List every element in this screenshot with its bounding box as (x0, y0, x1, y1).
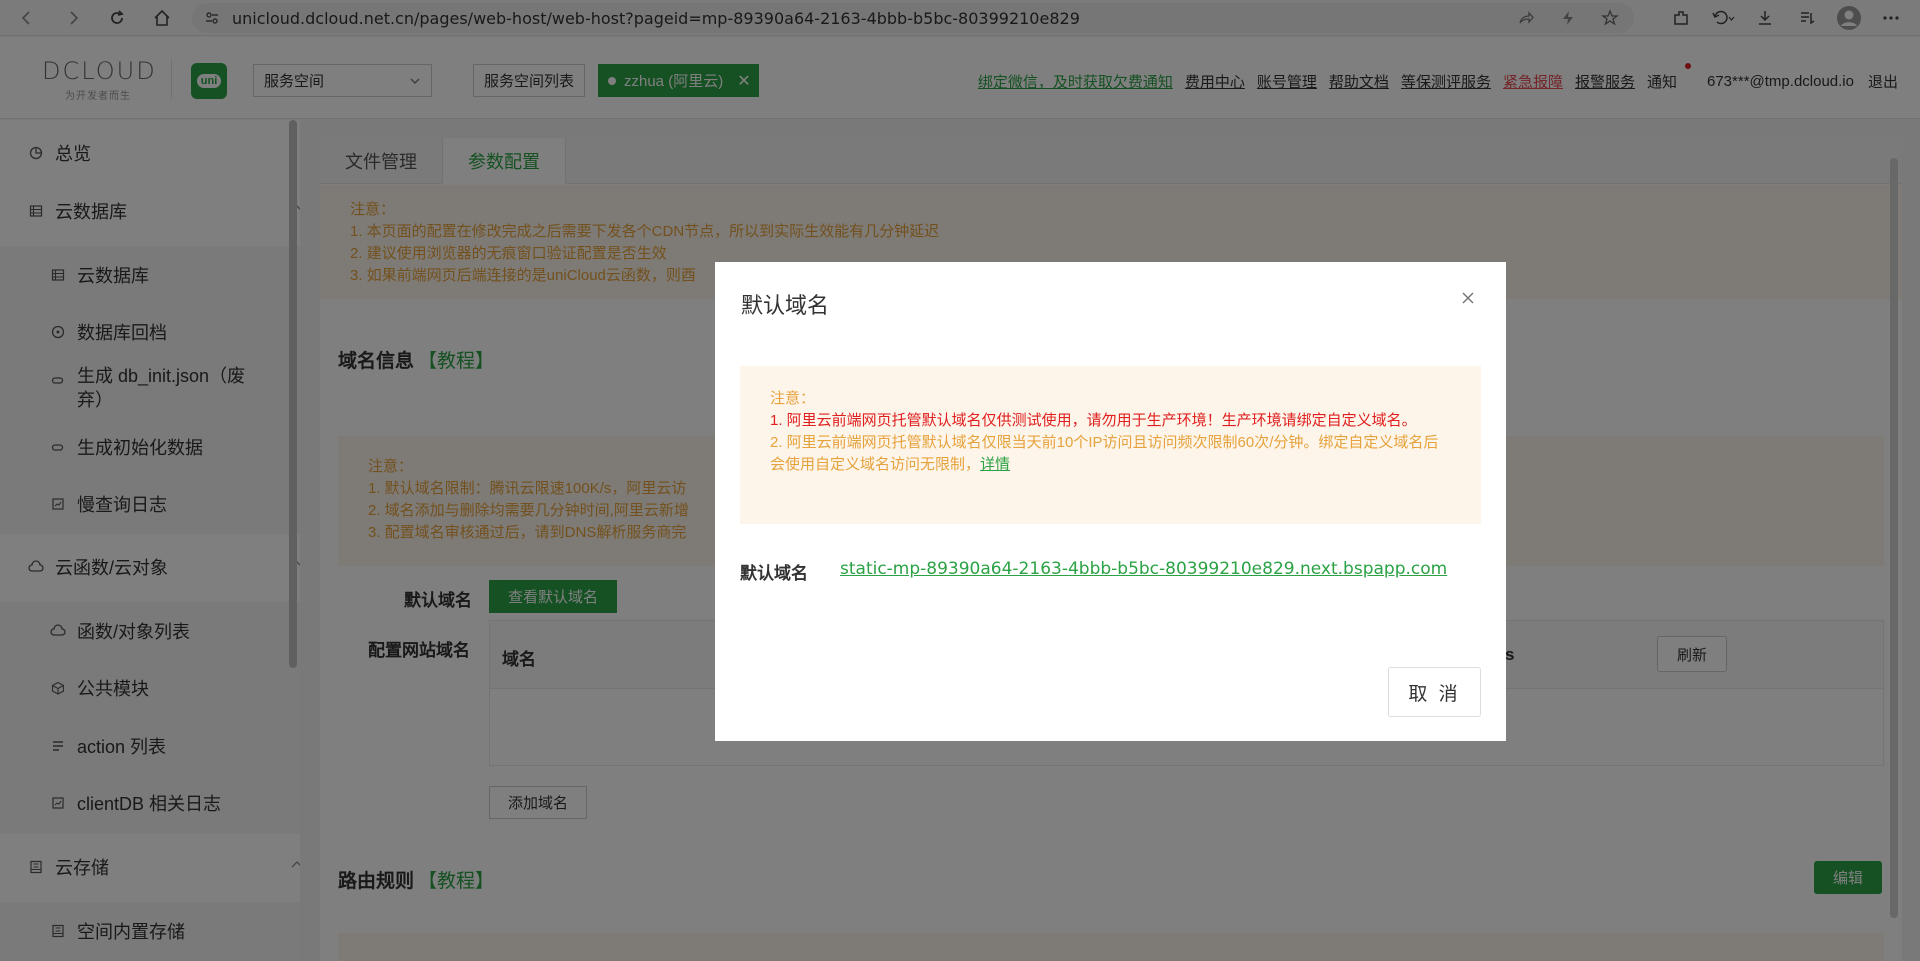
default-domain-dialog: 默认域名 注意： 1. 阿里云前端网页托管默认域名仅供测试使用，请勿用于生产环境… (715, 262, 1506, 741)
default-domain-url-link[interactable]: static-mp-89390a64-2163-4bbb-b5bc-803992… (840, 559, 1447, 579)
notice-title: 注意： (770, 390, 816, 407)
details-link[interactable]: 详情 (980, 456, 1010, 473)
notice-line-warning: 1. 阿里云前端网页托管默认域名仅供测试使用，请勿用于生产环境！生产环境请绑定自… (770, 412, 1417, 429)
notice-line-limit: 2. 阿里云前端网页托管默认域名仅限当天前10个IP访问且访问频次限制60次/分… (770, 432, 1451, 476)
cancel-button[interactable]: 取 消 (1388, 667, 1481, 717)
notice-line-limit-text: 2. 阿里云前端网页托管默认域名仅限当天前10个IP访问且访问频次限制60次/分… (770, 434, 1439, 473)
default-domain-field-label: 默认域名 (740, 564, 808, 583)
close-icon[interactable] (1460, 290, 1476, 306)
dialog-notice: 注意： 1. 阿里云前端网页托管默认域名仅供测试使用，请勿用于生产环境！生产环境… (740, 366, 1481, 524)
dialog-title: 默认域名 (741, 293, 830, 318)
